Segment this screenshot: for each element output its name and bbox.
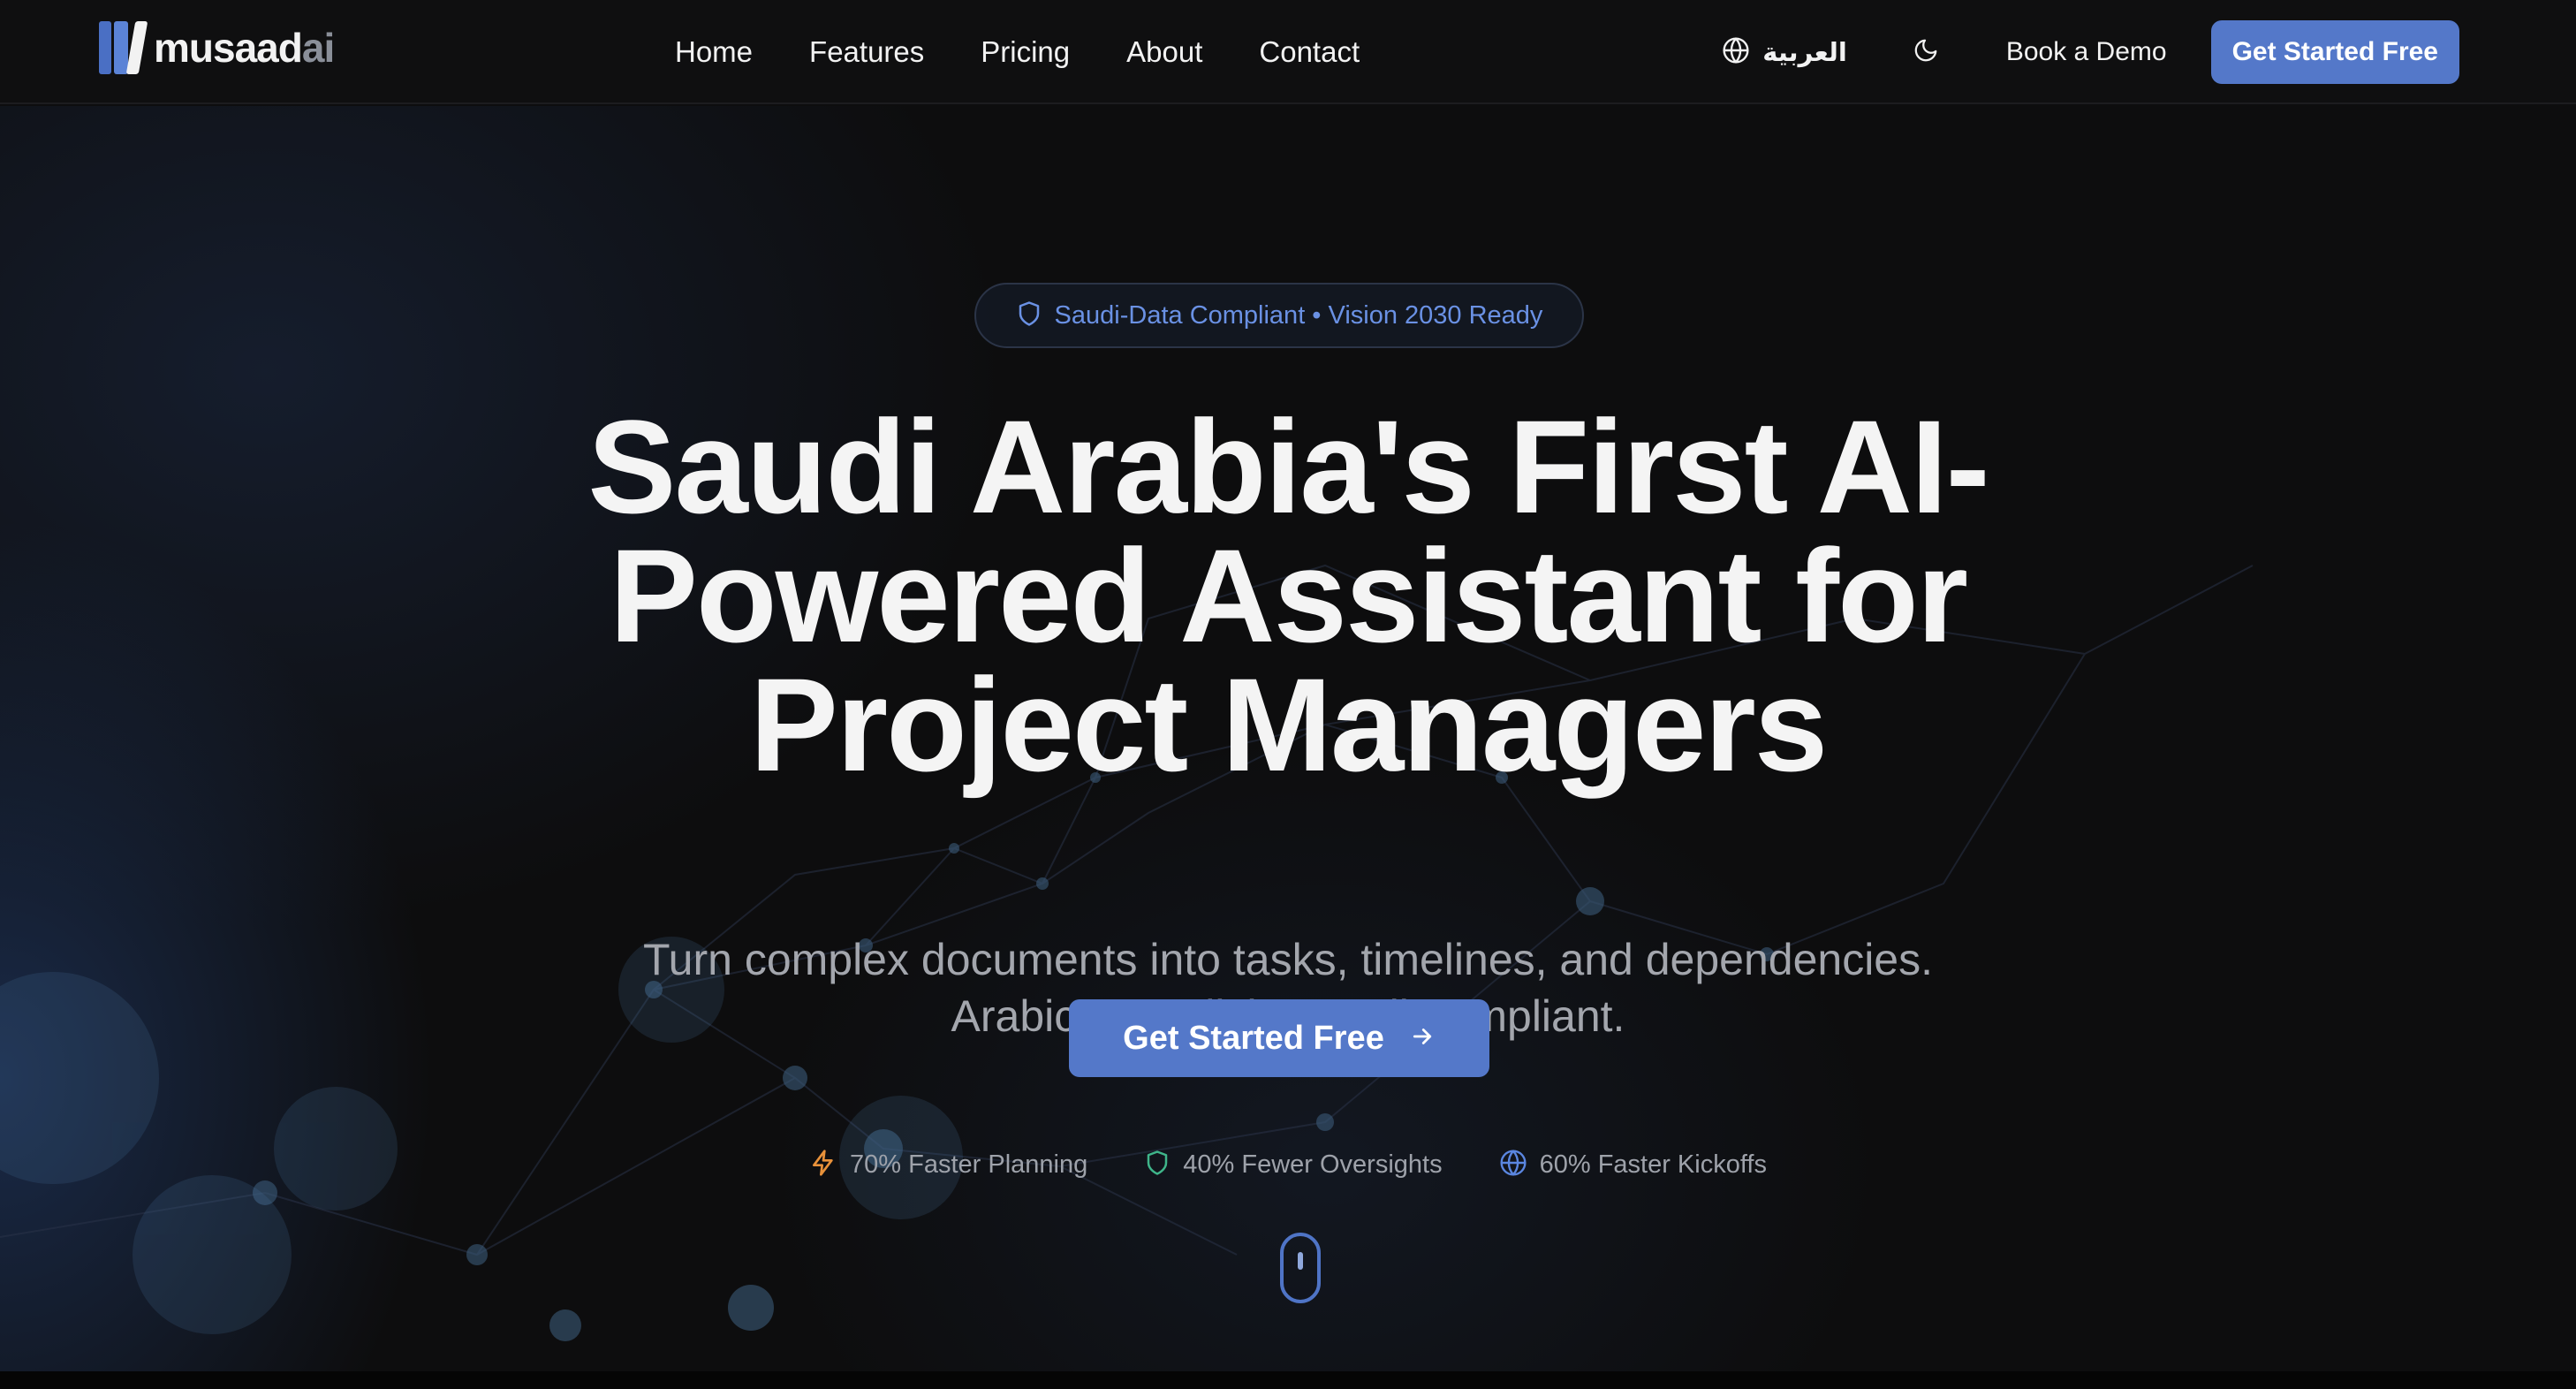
main-nav: Home Features Pricing About Contact xyxy=(675,0,1360,104)
shield-icon xyxy=(1016,300,1042,331)
stat-item: 60% Faster Kickoffs xyxy=(1499,1149,1767,1181)
hero-section: Saudi-Data Compliant • Vision 2030 Ready… xyxy=(0,106,2576,1371)
scroll-indicator-icon[interactable] xyxy=(1280,1233,1321,1303)
logo-mark-icon xyxy=(99,21,148,74)
badge-text: Saudi-Data Compliant • Vision 2030 Ready xyxy=(1054,300,1543,330)
hero-headline: Saudi Arabia's First AI- Powered Assista… xyxy=(405,392,2171,799)
top-navbar: musaadai Home Features Pricing About Con… xyxy=(0,0,2576,104)
nav-link-pricing[interactable]: Pricing xyxy=(981,35,1070,69)
nav-actions: العربية Book a Demo Get Started Free xyxy=(1722,0,2459,104)
section-divider xyxy=(0,1371,2576,1389)
headline-line-1: Saudi Arabia's First AI- xyxy=(587,392,1989,541)
lightning-icon xyxy=(809,1149,837,1181)
stat-label: 40% Fewer Oversights xyxy=(1183,1150,1443,1179)
nav-link-about[interactable]: About xyxy=(1126,35,1202,69)
globe-icon xyxy=(1722,36,1750,69)
logo-wordmark: musaadai xyxy=(154,25,335,71)
globe-icon xyxy=(1499,1149,1527,1181)
headline-line-2: Powered Assistant for xyxy=(609,521,1968,670)
stat-item: 40% Fewer Oversights xyxy=(1144,1150,1443,1180)
hero-get-started-button[interactable]: Get Started Free xyxy=(1069,999,1489,1077)
stat-item: 70% Faster Planning xyxy=(809,1149,1087,1181)
landing-page: musaadai Home Features Pricing About Con… xyxy=(0,0,2576,1389)
nav-get-started-button[interactable]: Get Started Free xyxy=(2210,20,2459,84)
stat-label: 70% Faster Planning xyxy=(850,1150,1088,1179)
arrow-right-icon xyxy=(1409,1023,1436,1054)
headline-line-3: Project Managers xyxy=(749,650,1828,799)
language-label: العربية xyxy=(1762,37,1847,67)
nav-link-features[interactable]: Features xyxy=(809,35,924,69)
nav-link-home[interactable]: Home xyxy=(675,35,753,69)
book-demo-link[interactable]: Book a Demo xyxy=(2006,37,2167,67)
stat-label: 60% Faster Kickoffs xyxy=(1539,1150,1767,1179)
language-switcher[interactable]: العربية xyxy=(1722,36,1847,69)
subtitle-line-1: Turn complex documents into tasks, timel… xyxy=(642,935,1934,984)
logo[interactable]: musaadai xyxy=(99,21,335,74)
compliance-badge: Saudi-Data Compliant • Vision 2030 Ready xyxy=(974,283,1584,348)
shield-icon xyxy=(1144,1150,1171,1180)
stats-row: 70% Faster Planning 40% Fewer Oversights… xyxy=(0,1147,2576,1182)
nav-link-contact[interactable]: Contact xyxy=(1259,35,1360,69)
theme-toggle[interactable] xyxy=(1913,37,1939,68)
moon-icon xyxy=(1913,37,1939,68)
hero-cta-label: Get Started Free xyxy=(1123,1019,1384,1057)
